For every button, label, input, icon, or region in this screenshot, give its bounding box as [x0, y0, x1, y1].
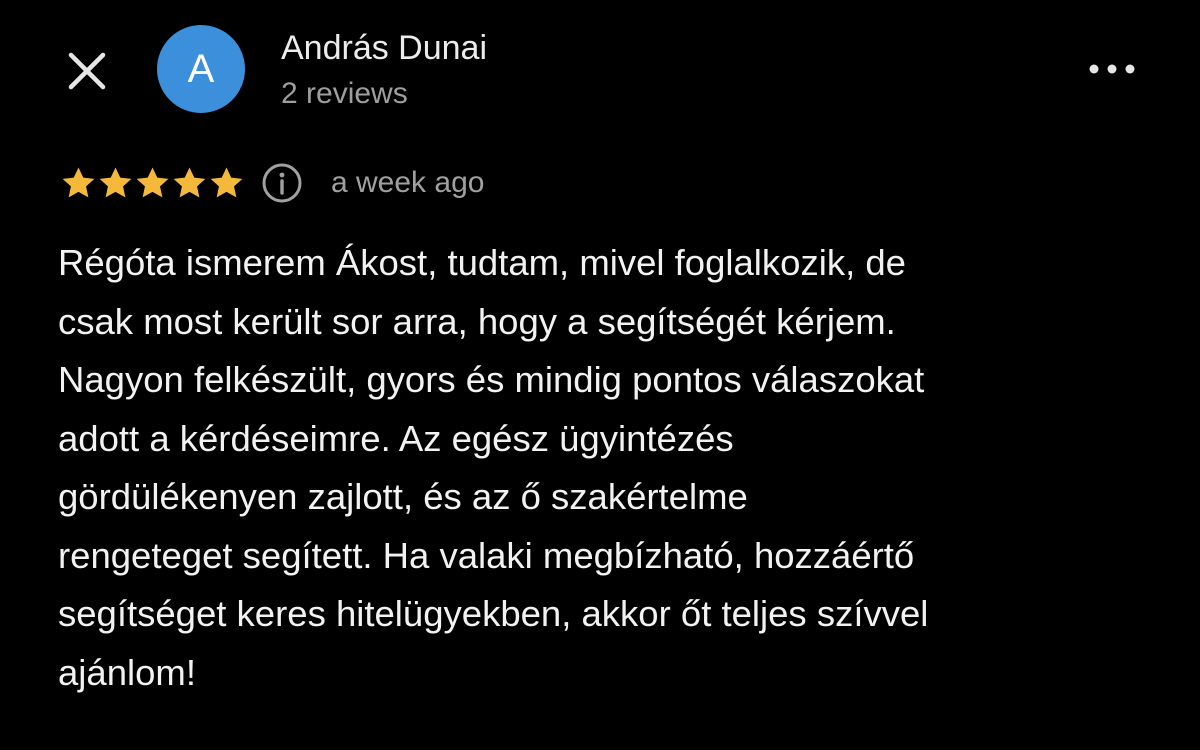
star-rating	[60, 165, 245, 202]
review-count[interactable]: 2 reviews	[281, 74, 408, 114]
reviewer-name[interactable]: András Dunai	[281, 26, 487, 70]
review-screen: A András Dunai 2 reviews a week ago Régó…	[0, 0, 1200, 750]
star-icon	[210, 166, 243, 197]
review-text: Régóta ismerem Ákost, tudtam, mivel fogl…	[58, 242, 929, 693]
avatar-letter: A	[187, 46, 215, 91]
star-icon	[173, 166, 206, 197]
more-horizontal-icon[interactable]	[1082, 54, 1142, 84]
star-icon	[136, 166, 169, 197]
info-icon[interactable]	[261, 162, 303, 204]
star-icon	[62, 166, 95, 197]
star-icon	[99, 166, 132, 197]
close-icon[interactable]	[62, 46, 112, 96]
review-date: a week ago	[331, 166, 485, 199]
avatar[interactable]: A	[157, 25, 245, 113]
rating-row: a week ago	[60, 160, 484, 206]
